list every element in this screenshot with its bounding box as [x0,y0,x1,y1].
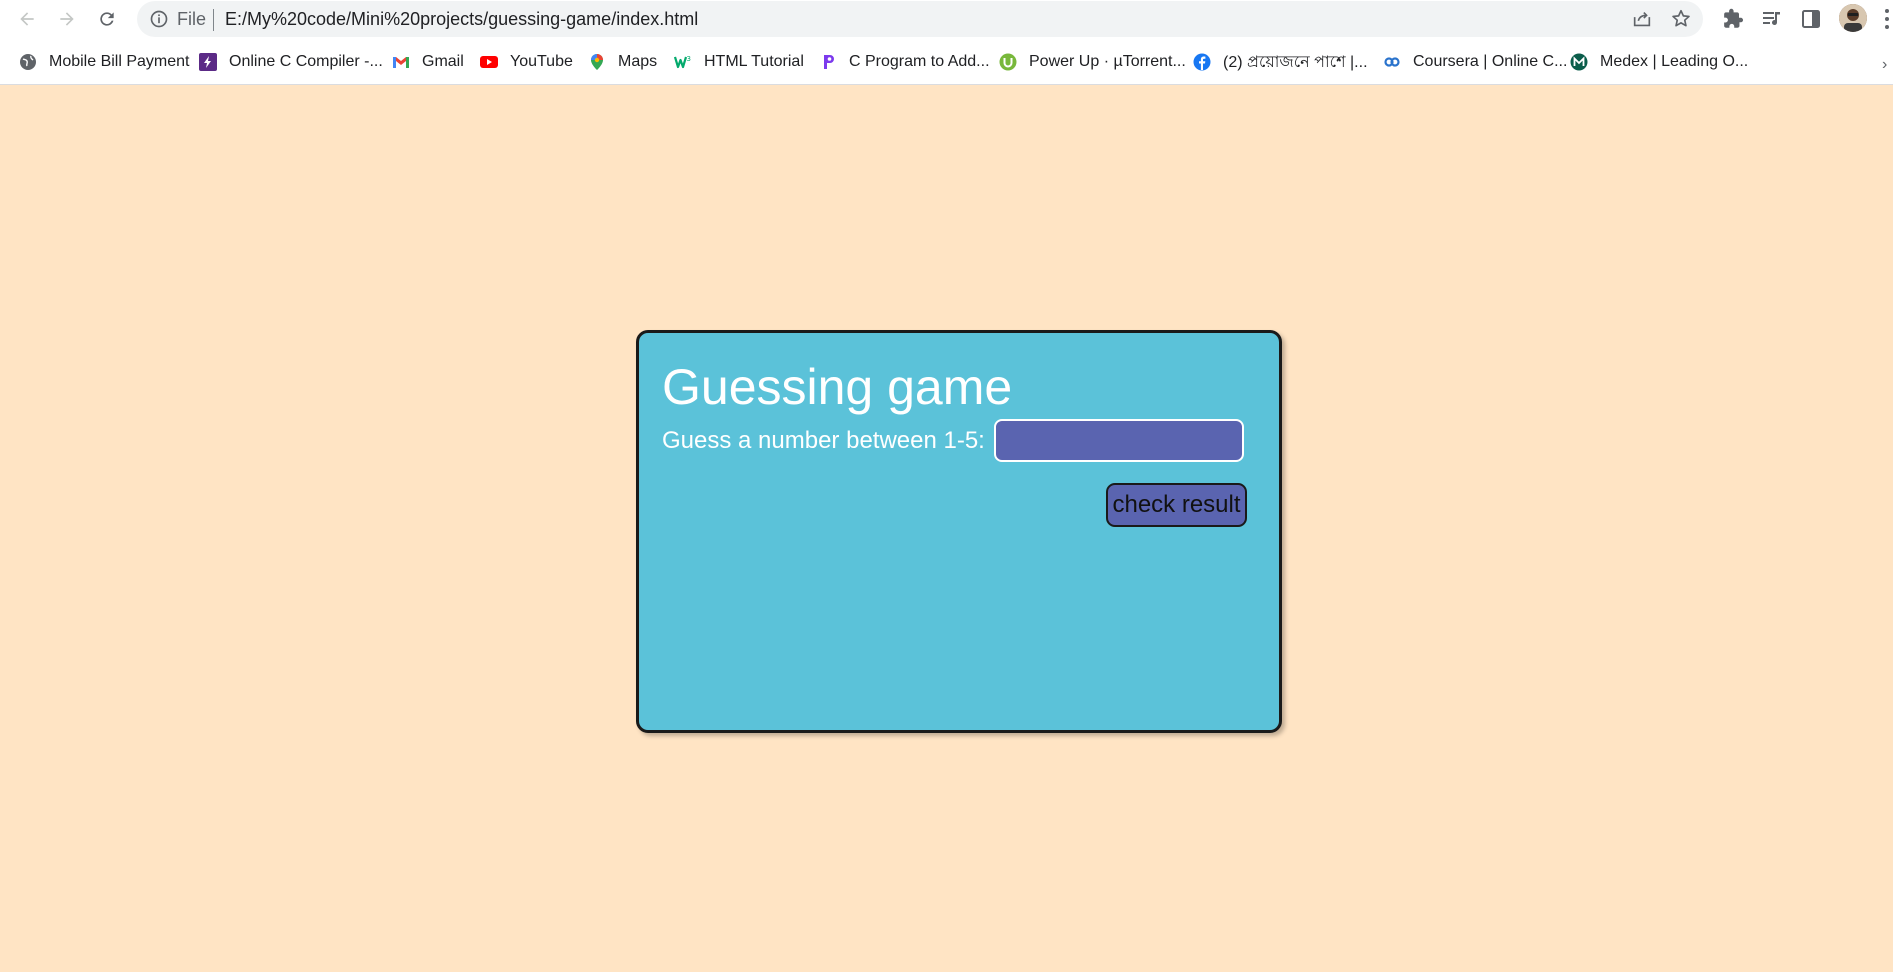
reload-button[interactable] [91,3,123,35]
check-result-button[interactable]: check result [1106,483,1247,527]
back-arrow-icon [20,12,34,26]
bookmark-label: Medex | Leading O... [1600,53,1749,70]
reload-icon [100,12,114,26]
bookmark-label: YouTube [510,53,573,70]
media-queue-icon[interactable] [1760,7,1784,31]
profile-avatar[interactable] [1839,4,1867,32]
svg-text:3: 3 [687,55,691,63]
bookmarks-overflow-chevron[interactable]: › [1882,56,1887,74]
url-text[interactable]: E:/My%20code/Mini%20projects/guessing-ga… [225,9,698,29]
facebook-icon [1193,53,1211,71]
medex-icon [1570,53,1588,71]
omnibox-divider [213,9,214,31]
bookmark-label: Gmail [422,53,464,70]
bookmark-mobile-bill-payment[interactable]: Mobile Bill Payment [19,49,190,75]
guessing-game-card: Guessing game Guess a number between 1-5… [636,330,1282,733]
bookmark-maps[interactable]: Maps [588,49,657,75]
bookmarks-bar: Mobile Bill Payment Online C Compiler -.… [0,44,1893,80]
bookmark-label: Maps [618,53,658,70]
browser-chrome: File E:/My%20code/Mini%20projects/guessi… [0,0,1893,85]
browser-toolbar: File E:/My%20code/Mini%20projects/guessi… [0,0,1893,38]
guess-prompt-label: Guess a number between 1-5: [662,427,985,454]
bookmark-c-program[interactable]: C Program to Add... [819,49,990,75]
bookmark-label: Coursera | Online C... [1413,53,1568,70]
bookmark-label: (2) প্রয়োজনে পাশে |... [1223,53,1368,71]
share-icon[interactable] [1631,8,1653,30]
gmail-icon [392,53,410,71]
extensions-puzzle-icon[interactable] [1721,7,1745,31]
p-logo-icon [819,53,837,71]
back-button[interactable] [11,3,43,35]
bookmark-label: HTML Tutorial [704,53,804,70]
bookmark-coursera[interactable]: Coursera | Online C... [1383,49,1567,75]
forward-button[interactable] [51,3,83,35]
bookmark-gmail[interactable]: Gmail [392,49,464,75]
bookmark-facebook[interactable]: (2) প্রয়োজনে পাশে |... [1193,49,1368,75]
address-bar[interactable]: File E:/My%20code/Mini%20projects/guessi… [137,1,1703,37]
bookmark-label: Online C Compiler -... [229,53,383,70]
bookmark-medex[interactable]: Medex | Leading O... [1570,49,1748,75]
globe-icon [19,53,37,71]
game-title: Guessing game [662,359,1013,415]
info-icon[interactable] [149,9,169,29]
bookmark-online-c-compiler[interactable]: Online C Compiler -... [199,49,383,75]
bookmark-label: Mobile Bill Payment [49,53,190,70]
bookmark-label: C Program to Add... [849,53,990,70]
bookmark-label: Power Up · µTorrent... [1029,53,1186,70]
side-panel-icon[interactable] [1799,7,1823,31]
bookmark-html-tutorial[interactable]: 3 HTML Tutorial [674,49,804,75]
menu-dots-icon[interactable] [1883,6,1891,32]
utorrent-icon [999,53,1017,71]
forward-arrow-icon [60,12,74,26]
w3schools-icon: 3 [674,53,692,71]
bookmark-utorrent[interactable]: Power Up · µTorrent... [999,49,1186,75]
lightning-icon [199,53,217,71]
guess-input[interactable] [994,419,1244,462]
maps-pin-icon [588,53,606,71]
coursera-icon [1383,53,1401,71]
scheme-label: File [177,9,207,29]
bookmark-youtube[interactable]: YouTube [480,49,573,75]
youtube-icon [480,53,498,71]
star-icon[interactable] [1670,8,1692,30]
